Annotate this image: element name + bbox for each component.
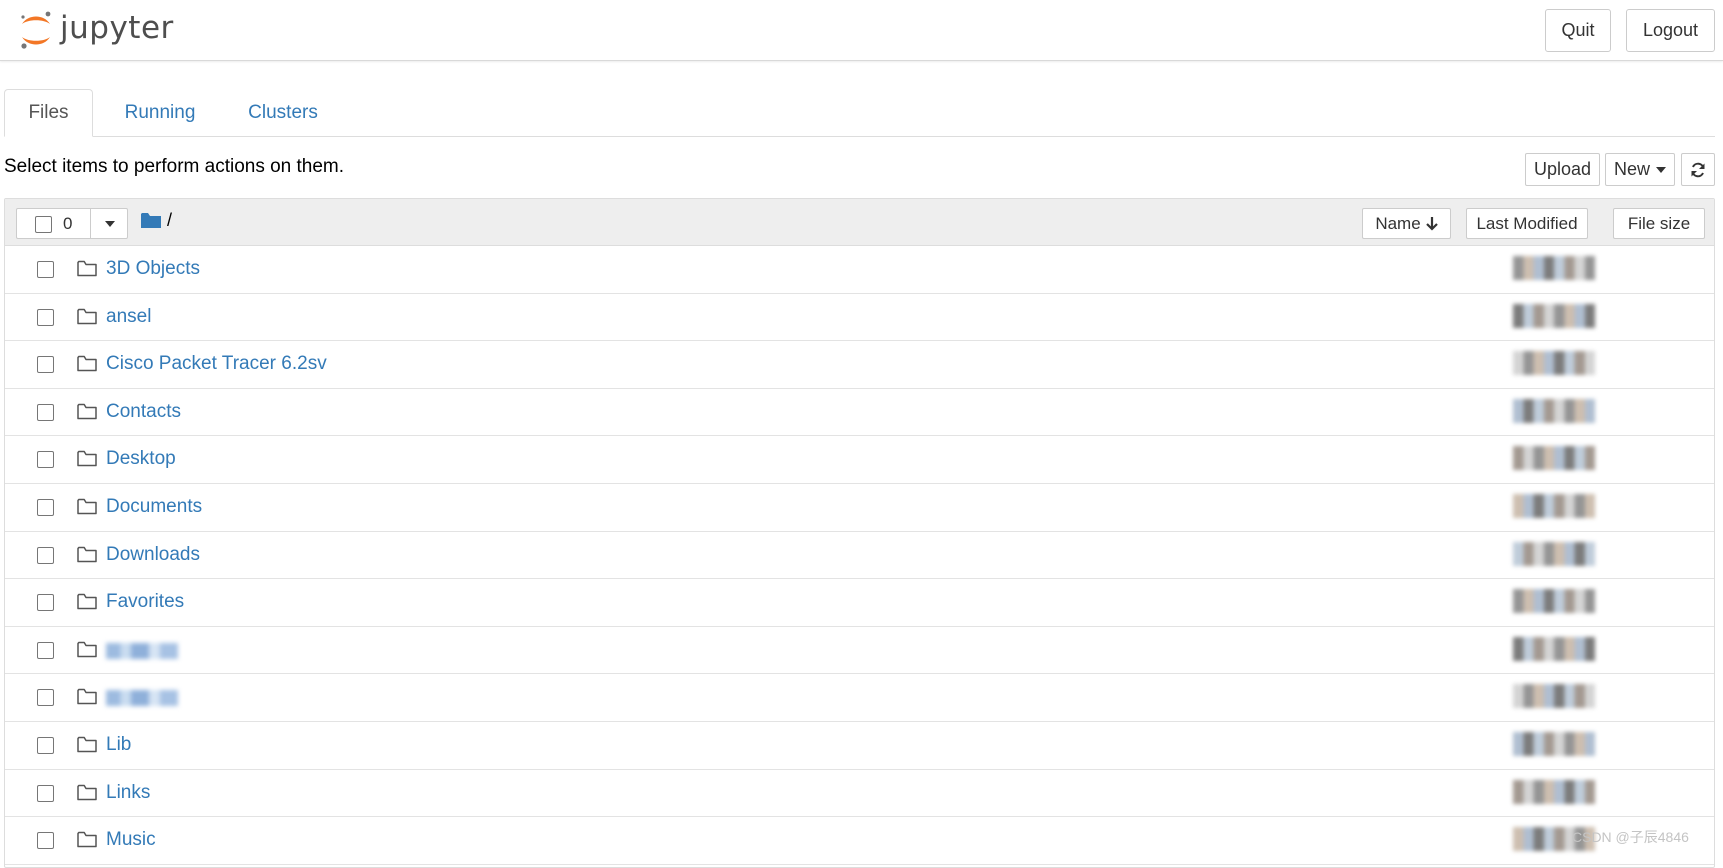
row-checkbox[interactable] (37, 689, 54, 707)
watermark: CSDN @子辰4846 (1572, 829, 1689, 845)
file-row[interactable]: 3D Objects (5, 246, 1714, 294)
row-checkbox[interactable] (37, 641, 54, 659)
file-name-link[interactable]: Cisco Packet Tracer 6.2sv (106, 353, 327, 375)
top-header: jupyter Quit Logout (0, 0, 1723, 61)
last-modified-redacted (1513, 446, 1595, 471)
folder-icon (77, 260, 97, 277)
arrow-down-icon (1425, 216, 1438, 231)
last-modified-redacted (1513, 731, 1595, 756)
file-name-link[interactable]: Links (106, 782, 150, 804)
file-row[interactable]: Documents (5, 484, 1714, 532)
new-button-label: New (1613, 159, 1650, 179)
file-row[interactable]: Links (5, 770, 1714, 818)
row-checkbox[interactable] (37, 498, 54, 516)
last-modified-redacted (1513, 398, 1595, 423)
sort-by-size-button[interactable]: File size (1613, 208, 1705, 239)
last-modified-redacted (1513, 256, 1595, 280)
tab-files[interactable]: Files (4, 89, 93, 137)
folder-icon (77, 784, 97, 800)
select-dropdown-button[interactable] (91, 209, 128, 238)
file-name-link[interactable]: Downloads (106, 544, 200, 566)
last-modified-redacted (1513, 589, 1595, 614)
last-modified-redacted (1513, 636, 1595, 661)
file-row[interactable]: ansel (5, 294, 1714, 342)
caret-down-icon (104, 220, 115, 227)
refresh-button[interactable] (1681, 153, 1715, 186)
row-checkbox[interactable] (37, 451, 54, 469)
file-name-link[interactable]: Favorites (106, 591, 184, 613)
file-rows: 3D Objects ansel Cisco Packet Tracer 6.2sv… (5, 246, 1714, 865)
row-checkbox[interactable] (37, 308, 54, 326)
file-name-link[interactable]: Lib (106, 734, 131, 756)
file-row[interactable]: Music (5, 817, 1714, 865)
selected-count: 0 (63, 214, 73, 233)
file-name-link[interactable]: Desktop (106, 448, 176, 470)
row-checkbox[interactable] (37, 403, 54, 421)
sort-by-name-button[interactable]: Name (1362, 208, 1451, 239)
file-row[interactable] (5, 674, 1714, 722)
breadcrumb-root[interactable]: / (167, 210, 172, 231)
last-modified-redacted (1513, 779, 1595, 804)
last-modified-redacted (1513, 351, 1595, 376)
refresh-icon (1691, 162, 1705, 177)
folder-icon (77, 831, 97, 848)
row-checkbox[interactable] (37, 736, 54, 754)
file-list: 0 / Name Last Modified File size 3D Obje… (4, 198, 1715, 868)
folder-icon[interactable] (141, 212, 161, 229)
row-checkbox[interactable] (37, 784, 54, 802)
last-modified-redacted (1513, 493, 1595, 518)
upload-button[interactable]: Upload (1525, 153, 1600, 186)
logo-text: jupyter (60, 10, 174, 46)
folder-icon (77, 736, 97, 753)
folder-icon (77, 308, 97, 324)
file-name-link[interactable]: ansel (106, 306, 151, 328)
file-list-header: 0 / Name Last Modified File size (5, 199, 1714, 246)
instructions-text: Select items to perform actions on them. (4, 156, 345, 177)
file-name-link[interactable] (106, 642, 178, 659)
folder-icon (77, 641, 97, 657)
folder-icon (77, 355, 97, 372)
folder-icon (77, 498, 97, 515)
file-row[interactable]: Lib (5, 722, 1714, 770)
jupyter-logo-icon (21, 11, 51, 49)
tab-running[interactable]: Running (105, 89, 215, 136)
row-checkbox[interactable] (37, 832, 54, 850)
folder-icon (77, 451, 97, 467)
file-name-link[interactable]: 3D Objects (106, 258, 200, 280)
logout-button[interactable]: Logout (1626, 9, 1715, 52)
caret-down-icon (1656, 166, 1666, 173)
jupyter-logo[interactable]: jupyter (18, 8, 174, 52)
tab-bar: Files Running Clusters (4, 89, 1715, 137)
row-checkbox[interactable] (37, 261, 54, 278)
folder-icon (77, 403, 97, 420)
file-row[interactable]: Downloads (5, 532, 1714, 580)
tab-clusters[interactable]: Clusters (230, 89, 336, 136)
file-row[interactable] (5, 627, 1714, 675)
file-name-link[interactable]: Contacts (106, 401, 181, 423)
select-all-group: 0 (16, 208, 128, 239)
folder-icon (77, 546, 97, 562)
row-checkbox[interactable] (37, 546, 54, 564)
select-all-checkbox[interactable] (35, 216, 52, 233)
row-checkbox[interactable] (37, 594, 54, 612)
file-row[interactable]: Desktop (5, 436, 1714, 484)
quit-button[interactable]: Quit (1545, 9, 1611, 52)
folder-icon (77, 689, 97, 705)
file-row[interactable]: Cisco Packet Tracer 6.2sv (5, 341, 1714, 389)
file-row[interactable]: Contacts (5, 389, 1714, 437)
file-name-link[interactable]: Documents (106, 496, 202, 518)
folder-icon (77, 593, 97, 610)
file-name-link[interactable] (106, 690, 178, 707)
file-row[interactable]: Favorites (5, 579, 1714, 627)
last-modified-redacted (1513, 541, 1595, 566)
last-modified-redacted (1513, 303, 1595, 328)
sort-by-modified-button[interactable]: Last Modified (1466, 208, 1588, 239)
new-button[interactable]: New (1605, 153, 1675, 186)
sort-name-label: Name (1375, 213, 1421, 233)
row-checkbox[interactable] (37, 356, 54, 374)
last-modified-redacted (1513, 684, 1595, 709)
file-name-link[interactable]: Music (106, 829, 156, 851)
